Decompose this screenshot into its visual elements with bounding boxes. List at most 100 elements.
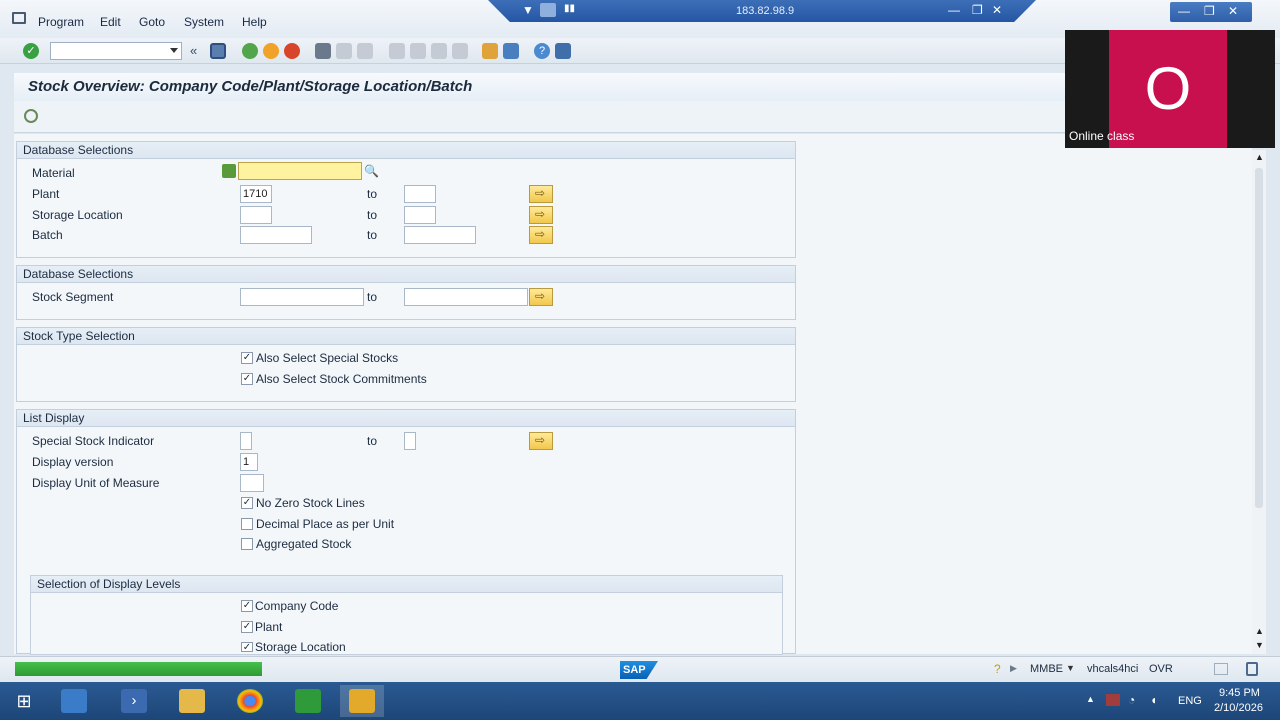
material-input[interactable] <box>238 162 362 180</box>
aggregated-stock-checkbox[interactable] <box>241 538 253 550</box>
storage-location-level-label: Storage Location <box>255 640 346 654</box>
scroll-down-icon[interactable]: ▲ <box>1255 626 1264 636</box>
batch-to-input[interactable] <box>404 226 476 244</box>
chevron-down-icon[interactable] <box>170 48 178 53</box>
menu-edit[interactable]: Edit <box>100 15 121 29</box>
vertical-scrollbar[interactable]: ▲ ▲ ▼ <box>1252 150 1266 654</box>
shortcut-icon[interactable] <box>503 43 519 59</box>
special-stock-indicator-label: Special Stock Indicator <box>32 434 155 448</box>
show-hidden-icons[interactable]: ▲ <box>1086 694 1095 704</box>
previous-page-icon[interactable] <box>410 43 426 59</box>
back-arrows-icon[interactable]: « <box>190 43 206 59</box>
chevron-down-icon[interactable]: ▼ <box>522 3 534 17</box>
clock-date[interactable]: 2/10/2026 <box>1214 702 1263 714</box>
stock-segment-to-input[interactable] <box>404 288 528 306</box>
display-unit-input[interactable] <box>240 474 264 492</box>
print-icon[interactable] <box>315 43 331 59</box>
command-field[interactable] <box>50 42 182 60</box>
close-icon[interactable]: ✕ <box>992 3 1002 17</box>
taskbar-computer[interactable] <box>52 685 96 717</box>
multiple-selection-indicator-icon[interactable] <box>222 164 236 178</box>
menu-program[interactable]: Program <box>38 15 84 29</box>
find-next-icon[interactable] <box>357 43 373 59</box>
clock-time[interactable]: 9:45 PM <box>1219 687 1260 699</box>
last-page-icon[interactable] <box>452 43 468 59</box>
storage-location-from-input[interactable] <box>240 206 272 224</box>
scroll-down-icon[interactable]: ▼ <box>1255 640 1264 650</box>
plant-level-checkbox[interactable]: ✓ <box>241 621 253 633</box>
restore-icon[interactable]: ❐ <box>1204 4 1215 18</box>
to-label: to <box>367 208 378 222</box>
taskbar-chrome[interactable] <box>228 685 272 717</box>
chevron-right-icon[interactable]: ▶ <box>1010 663 1017 674</box>
cancel-icon[interactable] <box>284 43 300 59</box>
start-button[interactable]: ⊞ <box>2 685 46 717</box>
scroll-up-icon[interactable]: ▲ <box>1255 152 1264 162</box>
lock-icon[interactable] <box>1246 662 1258 676</box>
storage-location-to-input[interactable] <box>404 206 436 224</box>
execute-icon[interactable] <box>24 109 38 123</box>
group-title: List Display <box>17 410 795 427</box>
special-stocks-checkbox[interactable]: ✓ <box>241 352 253 364</box>
to-label: to <box>367 187 378 201</box>
volume-icon[interactable]: ◖ <box>1150 693 1157 707</box>
network-icon[interactable] <box>1106 694 1120 706</box>
multiple-selection-button[interactable] <box>529 185 553 203</box>
decimal-place-checkbox[interactable] <box>241 518 253 530</box>
stock-commitments-checkbox[interactable]: ✓ <box>241 373 253 385</box>
decimal-place-label: Decimal Place as per Unit <box>256 517 395 531</box>
storage-location-level-checkbox[interactable]: ✓ <box>241 642 253 653</box>
scrollbar-thumb[interactable] <box>1255 168 1263 508</box>
plant-from-input[interactable]: 1710 <box>240 185 272 203</box>
taskbar-powershell[interactable]: › <box>112 685 156 717</box>
chevron-down-icon[interactable]: ▼ <box>1066 663 1075 673</box>
menu-system[interactable]: System <box>184 15 224 29</box>
multiple-selection-button[interactable] <box>529 288 553 306</box>
help-icon[interactable]: ? <box>534 43 550 59</box>
create-session-icon[interactable] <box>482 43 498 59</box>
multiple-selection-button[interactable] <box>529 432 553 450</box>
save-icon[interactable] <box>210 43 226 59</box>
first-page-icon[interactable] <box>389 43 405 59</box>
wifi-icon[interactable]: ◔ <box>1128 693 1135 707</box>
enter-icon[interactable]: ✓ <box>23 43 39 59</box>
sap-logo: SAP <box>620 661 658 679</box>
special-stock-indicator-from-input[interactable] <box>240 432 252 450</box>
exit-icon[interactable] <box>263 43 279 59</box>
group-title: Selection of Display Levels <box>31 576 782 593</box>
language-indicator[interactable]: ENG <box>1178 695 1202 707</box>
search-help-icon[interactable]: 🔍 <box>364 164 379 178</box>
menu-goto[interactable]: Goto <box>139 15 165 29</box>
multiple-selection-button[interactable] <box>529 226 553 244</box>
plant-to-input[interactable] <box>404 185 436 203</box>
no-zero-stock-checkbox[interactable]: ✓ <box>241 497 253 509</box>
next-page-icon[interactable] <box>431 43 447 59</box>
store-icon <box>295 689 321 713</box>
menu-help[interactable]: Help <box>242 15 267 29</box>
layout-icon[interactable] <box>1214 663 1228 675</box>
taskbar-explorer[interactable] <box>170 685 214 717</box>
back-icon[interactable] <box>242 43 258 59</box>
minimize-icon[interactable]: — <box>948 3 960 17</box>
display-version-input[interactable]: 1 <box>240 453 258 471</box>
storage-location-label: Storage Location <box>32 208 123 222</box>
company-code-checkbox[interactable]: ✓ <box>241 600 253 612</box>
customize-layout-icon[interactable] <box>555 43 571 59</box>
key-icon[interactable]: ? <box>994 662 1001 676</box>
sap-gui-icon <box>349 689 375 713</box>
close-icon[interactable]: ✕ <box>1228 4 1238 18</box>
menu-icon[interactable] <box>12 12 26 24</box>
connection-icon[interactable] <box>540 3 556 17</box>
taskbar-sap-gui[interactable] <box>340 685 384 717</box>
input-mode[interactable]: OVR <box>1149 663 1173 675</box>
group-title: Stock Type Selection <box>17 328 795 345</box>
stock-segment-from-input[interactable] <box>240 288 364 306</box>
batch-from-input[interactable] <box>240 226 312 244</box>
restore-icon[interactable]: ❐ <box>972 3 983 17</box>
find-icon[interactable] <box>336 43 352 59</box>
multiple-selection-button[interactable] <box>529 206 553 224</box>
remote-connection-bar: ▼ ▮▮ 183.82.98.9 — ❐ ✕ <box>488 0 1036 22</box>
taskbar-store[interactable] <box>286 685 330 717</box>
special-stock-indicator-to-input[interactable] <box>404 432 416 450</box>
minimize-icon[interactable]: — <box>1178 4 1190 18</box>
